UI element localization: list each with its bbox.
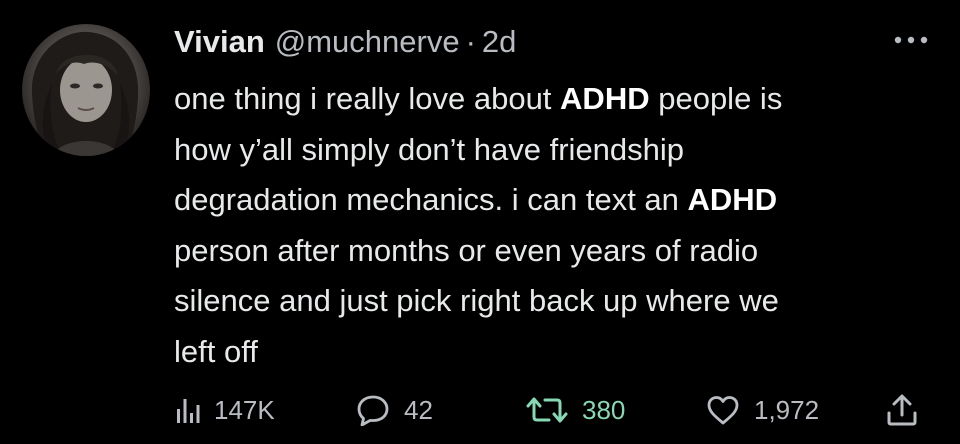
avatar-photo: [31, 31, 139, 156]
tweet-text-line: one thing i really love about ADHD peopl…: [174, 81, 783, 116]
like-count: 1,972: [754, 395, 820, 425]
author-name[interactable]: Vivian: [174, 22, 265, 62]
more-dots-icon: [894, 36, 928, 44]
speech-bubble-icon: [357, 395, 389, 426]
author-handle[interactable]: @muchnerve: [275, 22, 460, 62]
retweet-icon: [526, 397, 568, 423]
bar-chart-icon: [177, 399, 200, 423]
tweet-text-line: degradation mechanics. i can text an ADH…: [174, 182, 778, 217]
retweet-count: 380: [582, 395, 626, 425]
hashtag-like-emphasis: ADHD: [560, 81, 650, 116]
tweet-actions-bar: 147K 42 380 1,972: [0, 388, 960, 432]
views-count: 147K: [214, 395, 275, 425]
header-separator: ·: [465, 24, 476, 59]
more-options-button[interactable]: [888, 28, 934, 52]
tweet[interactable]: Vivian @muchnerve · 2d one thing i reall…: [0, 0, 960, 444]
share-upload-icon: [887, 394, 917, 426]
tweet-text-line: person after months or even years of rad…: [174, 232, 759, 268]
heart-icon: [707, 396, 739, 425]
views-button[interactable]: 147K: [176, 388, 275, 432]
tweet-timestamp[interactable]: 2d: [482, 22, 516, 62]
retweet-button[interactable]: 380: [526, 388, 625, 432]
tweet-text-line: silence and just pick right back up wher…: [174, 283, 779, 318]
reply-count: 42: [404, 395, 433, 425]
tweet-text-line: how y’all simply don’t have friendship: [174, 131, 685, 167]
reply-button[interactable]: 42: [356, 388, 433, 432]
share-button[interactable]: [882, 388, 922, 432]
hashtag-like-emphasis: ADHD: [687, 182, 778, 217]
tweet-text: one thing i really love about ADHD peopl…: [174, 74, 944, 377]
like-button[interactable]: 1,972: [706, 388, 819, 432]
avatar[interactable]: [22, 24, 150, 156]
tweet-header: Vivian @muchnerve · 2d: [174, 22, 516, 62]
tweet-text-line: left off: [174, 333, 258, 369]
